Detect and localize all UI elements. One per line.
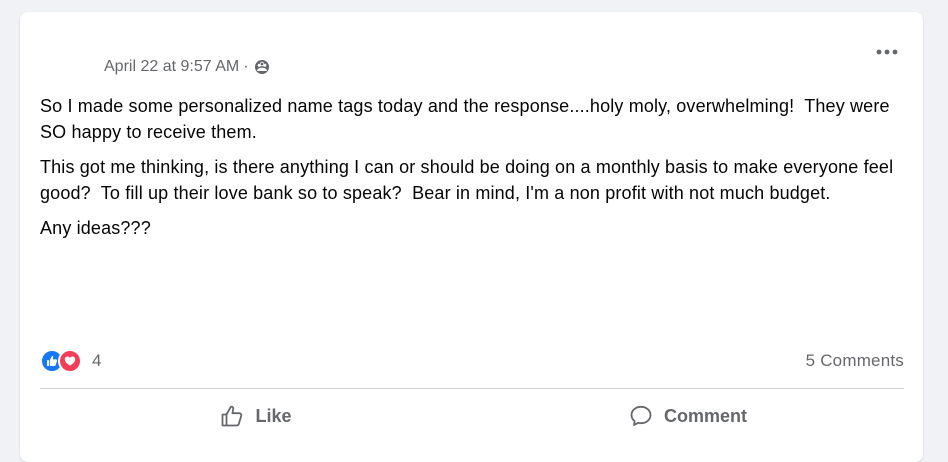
actions-divider bbox=[40, 388, 904, 389]
reaction-count[interactable]: 4 bbox=[92, 351, 101, 371]
reaction-icons[interactable] bbox=[40, 349, 82, 373]
like-label: Like bbox=[255, 405, 292, 426]
comments-count[interactable]: 5 Comments bbox=[806, 351, 904, 371]
comment-button[interactable]: Comment bbox=[472, 394, 904, 438]
thumbs-up-outline-icon bbox=[220, 404, 244, 428]
like-button[interactable]: Like bbox=[40, 394, 472, 438]
post-card: April 22 at 9:57 AM · So I made some per… bbox=[20, 12, 923, 462]
speech-bubble-icon bbox=[629, 404, 653, 428]
love-reaction-icon bbox=[58, 349, 82, 373]
post-meta: April 22 at 9:57 AM · bbox=[104, 57, 270, 77]
post-body: So I made some personalized name tags to… bbox=[40, 93, 910, 250]
post-paragraph: This got me thinking, is there anything … bbox=[40, 157, 899, 203]
group-audience-icon[interactable] bbox=[254, 59, 270, 75]
meta-separator: · bbox=[243, 58, 249, 75]
post-actions: Like Comment bbox=[40, 394, 904, 438]
comment-label: Comment bbox=[663, 405, 747, 426]
post-timestamp[interactable]: April 22 at 9:57 AM bbox=[104, 57, 239, 77]
more-options-button[interactable] bbox=[869, 39, 905, 63]
reactions-left[interactable]: 4 bbox=[40, 349, 101, 373]
post-paragraph: Any ideas??? bbox=[40, 218, 151, 238]
post-paragraph: So I made some personalized name tags to… bbox=[40, 96, 895, 142]
reactions-summary: 4 5 Comments bbox=[40, 348, 904, 374]
more-options-icon bbox=[875, 42, 899, 60]
